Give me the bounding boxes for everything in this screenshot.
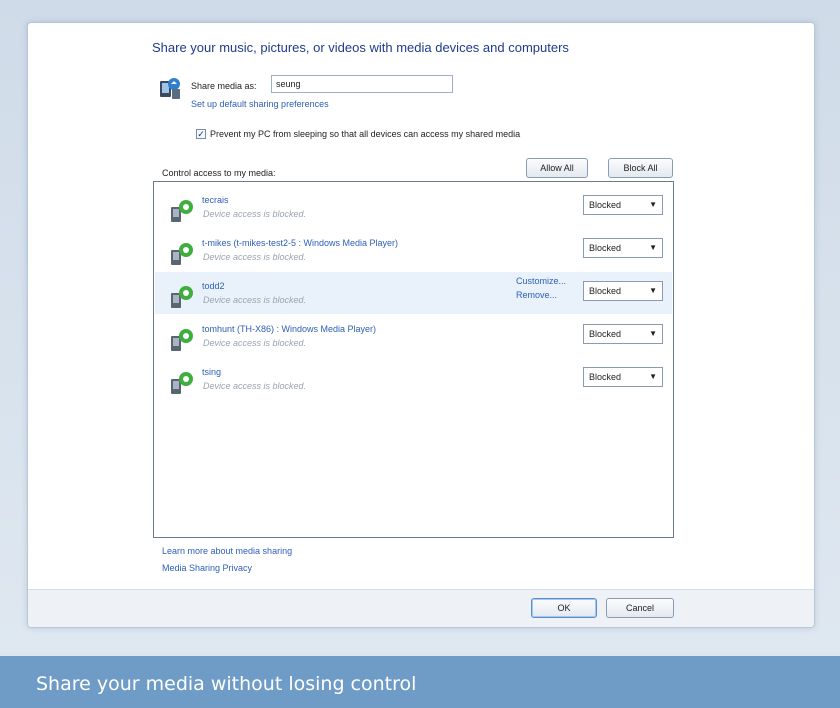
caption-bar: Share your media without losing control: [0, 656, 840, 708]
device-access-dropdown[interactable]: Blocked ▼: [583, 367, 663, 387]
prevent-sleep-row[interactable]: ✓ Prevent my PC from sleeping so that al…: [196, 129, 520, 139]
customize-link[interactable]: Customize...: [516, 276, 566, 286]
device-status: Device access is blocked.: [203, 295, 307, 305]
device-access-dropdown[interactable]: Blocked ▼: [583, 195, 663, 215]
ok-button[interactable]: OK: [531, 598, 597, 618]
prevent-sleep-checkbox[interactable]: ✓: [196, 129, 206, 139]
media-device-icon: [171, 329, 193, 351]
media-device-icon: [171, 200, 193, 222]
device-row-tecrais[interactable]: tecrais Device access is blocked. Blocke…: [155, 186, 672, 228]
device-access-value: Blocked: [589, 286, 622, 296]
media-sharing-privacy-link[interactable]: Media Sharing Privacy: [162, 563, 252, 573]
device-row-todd2[interactable]: todd2 Device access is blocked. Customiz…: [155, 272, 672, 314]
device-row-tsing[interactable]: tsing Device access is blocked. Blocked ▼: [155, 358, 672, 400]
device-access-dropdown[interactable]: Blocked ▼: [583, 324, 663, 344]
media-device-icon: [171, 286, 193, 308]
device-name[interactable]: todd2: [202, 281, 225, 291]
device-name[interactable]: tomhunt (TH-X86) : Windows Media Player): [202, 324, 376, 334]
device-status: Device access is blocked.: [203, 381, 307, 391]
share-media-name-input[interactable]: seung: [271, 75, 453, 93]
media-sharing-dialog: Share your music, pictures, or videos wi…: [27, 22, 815, 628]
device-name[interactable]: tecrais: [202, 195, 229, 205]
caption-text: Share your media without losing control: [36, 673, 417, 695]
device-name[interactable]: tsing: [202, 367, 221, 377]
media-device-icon: [171, 243, 193, 265]
dropdown-arrow-icon: ▼: [649, 286, 657, 295]
device-status: Device access is blocked.: [203, 209, 307, 219]
device-row-tomhunt[interactable]: tomhunt (TH-X86) : Windows Media Player)…: [155, 315, 672, 357]
cancel-button[interactable]: Cancel: [606, 598, 674, 618]
device-status: Device access is blocked.: [203, 252, 307, 262]
device-access-dropdown[interactable]: Blocked ▼: [583, 281, 663, 301]
share-media-label: Share media as:: [191, 81, 257, 91]
prevent-sleep-label: Prevent my PC from sleeping so that all …: [210, 129, 521, 139]
device-access-value: Blocked: [589, 329, 622, 339]
media-share-icon: [160, 78, 180, 99]
device-name[interactable]: t-mikes (t-mikes-test2-5 : Windows Media…: [202, 238, 398, 248]
device-status: Device access is blocked.: [203, 338, 307, 348]
learn-more-link[interactable]: Learn more about media sharing: [162, 546, 292, 556]
remove-link[interactable]: Remove...: [516, 290, 557, 300]
device-access-value: Blocked: [589, 372, 622, 382]
allow-all-button[interactable]: Allow All: [526, 158, 588, 178]
control-access-label: Control access to my media:: [162, 168, 276, 178]
dialog-heading: Share your music, pictures, or videos wi…: [152, 40, 569, 55]
device-access-dropdown[interactable]: Blocked ▼: [583, 238, 663, 258]
device-row-t-mikes[interactable]: t-mikes (t-mikes-test2-5 : Windows Media…: [155, 229, 672, 271]
dropdown-arrow-icon: ▼: [649, 200, 657, 209]
device-access-value: Blocked: [589, 243, 622, 253]
block-all-button[interactable]: Block All: [608, 158, 673, 178]
device-access-value: Blocked: [589, 200, 622, 210]
media-device-icon: [171, 372, 193, 394]
setup-default-sharing-link[interactable]: Set up default sharing preferences: [191, 99, 329, 109]
dropdown-arrow-icon: ▼: [649, 329, 657, 338]
dropdown-arrow-icon: ▼: [649, 372, 657, 381]
dropdown-arrow-icon: ▼: [649, 243, 657, 252]
dialog-footer: [28, 589, 814, 627]
device-list[interactable]: tecrais Device access is blocked. Blocke…: [153, 181, 674, 538]
